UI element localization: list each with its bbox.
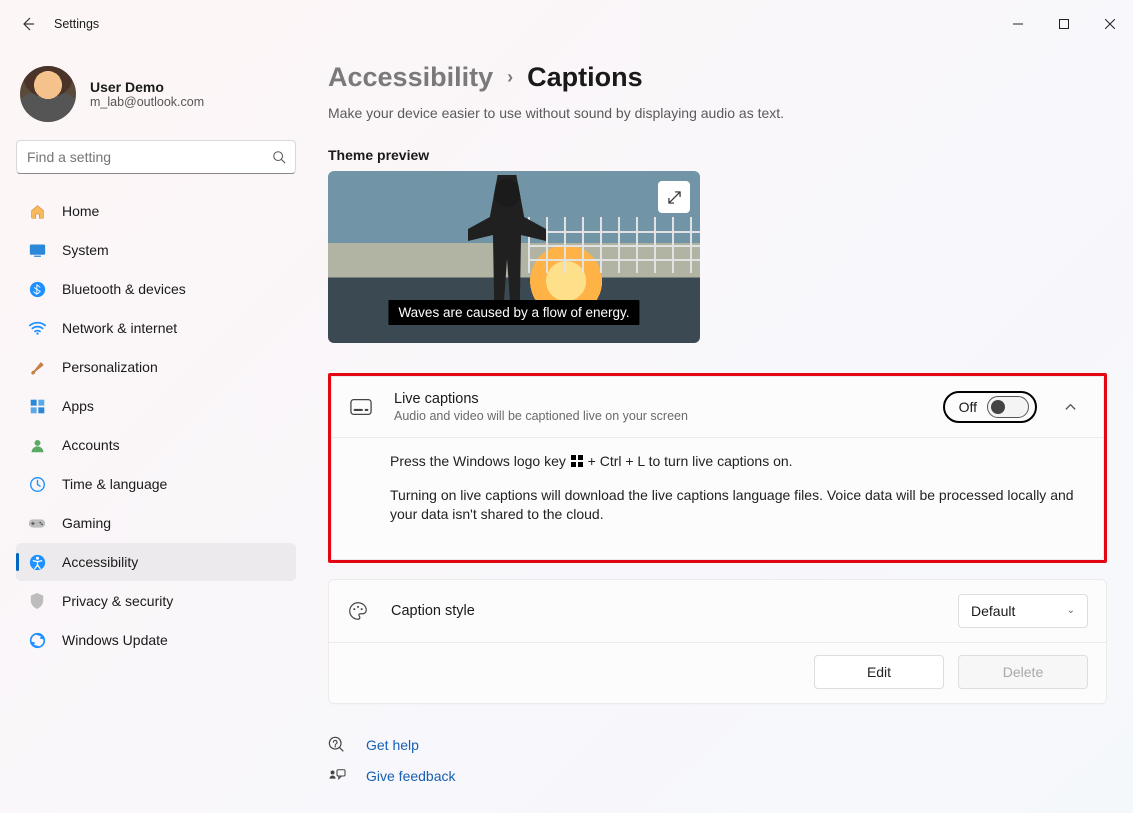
chevron-down-icon: ⌄ (1067, 605, 1075, 616)
sidebar-item-apps[interactable]: Apps (16, 387, 296, 425)
live-captions-title: Live captions (394, 391, 925, 407)
breadcrumb: Accessibility › Captions (328, 62, 1107, 93)
profile-email: m_lab@outlook.com (90, 95, 204, 109)
live-captions-shortcut: Press the Windows logo key + Ctrl + L to… (390, 452, 1085, 472)
sidebar-item-label: Accessibility (62, 554, 138, 570)
chevron-right-icon: › (507, 67, 513, 88)
sidebar-item-network[interactable]: Network & internet (16, 309, 296, 347)
sidebar-item-bluetooth[interactable]: Bluetooth & devices (16, 270, 296, 308)
system-icon (28, 243, 46, 258)
live-captions-note: Turning on live captions will download t… (390, 486, 1085, 525)
sidebar-item-label: Personalization (62, 359, 158, 375)
delete-button: Delete (958, 655, 1088, 689)
edit-button[interactable]: Edit (814, 655, 944, 689)
clock-globe-icon (28, 476, 46, 493)
expand-button[interactable] (658, 181, 690, 213)
profile[interactable]: User Demo m_lab@outlook.com (16, 56, 296, 140)
home-icon (28, 203, 46, 220)
shield-icon (28, 592, 46, 610)
captions-icon (350, 398, 376, 416)
profile-name: User Demo (90, 79, 204, 95)
paintbrush-icon (28, 359, 46, 376)
sidebar-item-personalization[interactable]: Personalization (16, 348, 296, 386)
chevron-up-icon (1064, 401, 1077, 414)
focus-outline: Off (943, 391, 1037, 423)
live-captions-row[interactable]: Live captions Audio and video will be ca… (332, 377, 1103, 438)
collapse-button[interactable] (1055, 392, 1085, 422)
breadcrumb-parent[interactable]: Accessibility (328, 62, 493, 93)
live-captions-toggle[interactable]: Off (959, 396, 1029, 418)
sidebar: User Demo m_lab@outlook.com Home System (0, 48, 310, 813)
update-icon (28, 632, 46, 649)
page-subtitle: Make your device easier to use without s… (328, 105, 1107, 121)
sidebar-item-home[interactable]: Home (16, 192, 296, 230)
search-icon (272, 150, 286, 164)
sidebar-item-label: Network & internet (62, 320, 177, 336)
feedback-icon (328, 768, 350, 784)
sidebar-item-label: Bluetooth & devices (62, 281, 186, 297)
sidebar-item-label: Gaming (62, 515, 111, 531)
palette-icon (347, 600, 373, 622)
back-button[interactable] (8, 4, 48, 44)
live-captions-card: Live captions Audio and video will be ca… (331, 376, 1104, 560)
windows-logo-icon (571, 455, 583, 467)
sidebar-item-gaming[interactable]: Gaming (16, 504, 296, 542)
close-button[interactable] (1087, 8, 1133, 40)
accessibility-icon (28, 554, 46, 571)
footer-links: Get help Give feedback (328, 736, 1107, 784)
arrow-left-icon (20, 16, 36, 32)
apps-icon (28, 398, 46, 415)
caption-style-actions: Edit Delete (329, 643, 1106, 703)
sidebar-item-label: Privacy & security (62, 593, 173, 609)
caption-style-select[interactable]: Default ⌄ (958, 594, 1088, 628)
live-captions-desc: Audio and video will be captioned live o… (394, 409, 925, 423)
sidebar-item-label: Windows Update (62, 632, 168, 648)
titlebar: Settings (0, 0, 1133, 48)
toggle-switch[interactable] (987, 396, 1029, 418)
window-controls (995, 8, 1133, 40)
sidebar-item-time[interactable]: Time & language (16, 465, 296, 503)
gamepad-icon (28, 517, 46, 530)
bluetooth-icon (28, 281, 46, 298)
main-content: Accessibility › Captions Make your devic… (310, 48, 1133, 813)
sidebar-item-accessibility[interactable]: Accessibility (16, 543, 296, 581)
search-box[interactable] (16, 140, 296, 174)
sidebar-item-label: Home (62, 203, 99, 219)
caption-style-title: Caption style (391, 603, 940, 619)
wifi-icon (28, 321, 46, 335)
theme-preview-label: Theme preview (328, 147, 1107, 163)
preview-railing (528, 259, 700, 261)
help-icon (328, 736, 350, 754)
preview-caption: Waves are caused by a flow of energy. (388, 300, 639, 325)
live-captions-body: Press the Windows logo key + Ctrl + L to… (332, 438, 1103, 559)
sidebar-item-update[interactable]: Windows Update (16, 621, 296, 659)
minimize-button[interactable] (995, 8, 1041, 40)
maximize-button[interactable] (1041, 8, 1087, 40)
expand-icon (668, 191, 681, 204)
sidebar-item-label: System (62, 242, 109, 258)
window-title: Settings (54, 17, 99, 31)
breadcrumb-current: Captions (527, 62, 643, 93)
nav: Home System Bluetooth & devices Network … (16, 192, 296, 659)
caption-style-card: Caption style Default ⌄ Edit Delete (328, 579, 1107, 704)
sidebar-item-privacy[interactable]: Privacy & security (16, 582, 296, 620)
highlight-annotation: Live captions Audio and video will be ca… (328, 373, 1107, 563)
person-icon (28, 437, 46, 454)
sidebar-item-label: Apps (62, 398, 94, 414)
sidebar-item-label: Time & language (62, 476, 167, 492)
sidebar-item-system[interactable]: System (16, 231, 296, 269)
caption-style-row: Caption style Default ⌄ (329, 580, 1106, 643)
toggle-state-label: Off (959, 399, 977, 415)
caption-style-value: Default (971, 603, 1015, 619)
give-feedback-link[interactable]: Give feedback (328, 768, 1107, 784)
sidebar-item-accounts[interactable]: Accounts (16, 426, 296, 464)
settings-window: Settings User Demo m_lab@outlook.com (0, 0, 1133, 813)
get-help-link[interactable]: Get help (328, 736, 1107, 754)
sidebar-item-label: Accounts (62, 437, 120, 453)
theme-preview[interactable]: Waves are caused by a flow of energy. (328, 171, 700, 343)
search-input[interactable] (16, 140, 296, 174)
avatar (20, 66, 76, 122)
